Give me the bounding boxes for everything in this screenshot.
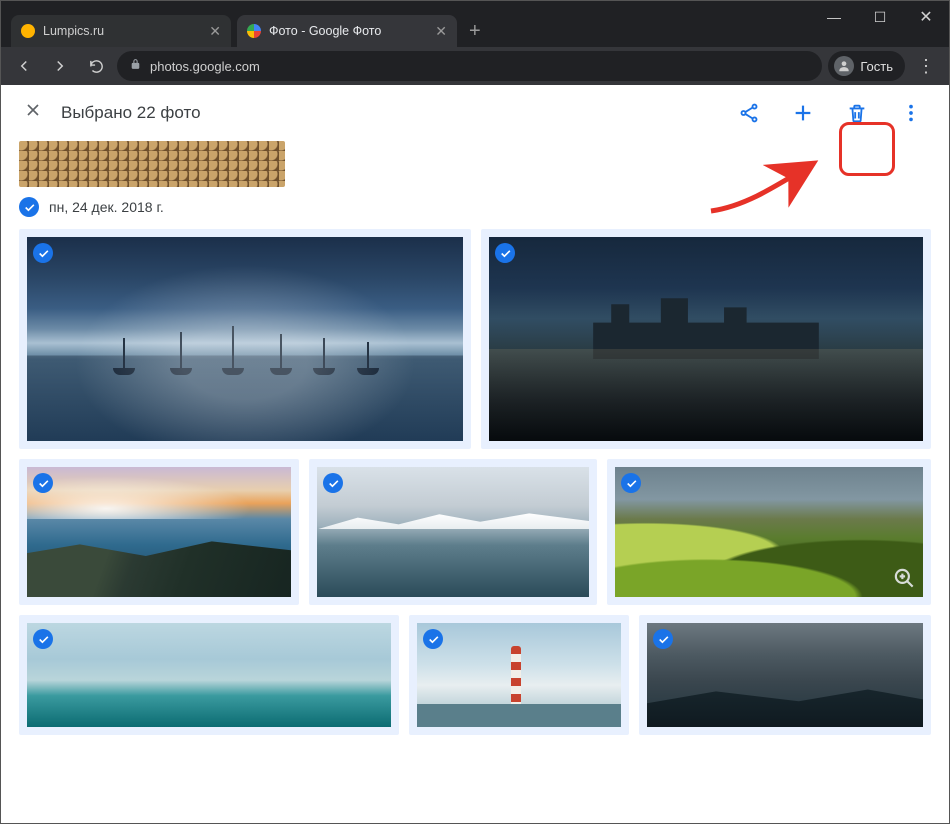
close-tab-icon[interactable]: ✕ xyxy=(209,23,221,40)
window-minimize-button[interactable]: — xyxy=(811,1,857,33)
address-field[interactable]: photos.google.com xyxy=(117,51,822,81)
window-close-button[interactable]: ✕ xyxy=(903,1,949,33)
date-select-checkmark-icon[interactable] xyxy=(19,197,39,217)
nav-back-button[interactable] xyxy=(9,51,39,81)
date-label: пн, 24 дек. 2018 г. xyxy=(49,199,164,215)
window-titlebar xyxy=(1,1,949,11)
browser-tab-google-photos[interactable]: Фото - Google Фото ✕ xyxy=(237,15,457,47)
more-options-button[interactable] xyxy=(891,93,931,133)
favicon-google-photos xyxy=(247,24,261,38)
nav-reload-button[interactable] xyxy=(81,51,111,81)
photo-thumbnail[interactable] xyxy=(607,459,931,605)
photo-thumbnail[interactable] xyxy=(409,615,629,735)
photo-thumbnail[interactable] xyxy=(309,459,597,605)
zoom-icon[interactable] xyxy=(891,565,917,591)
browser-tabstrip: Lumpics.ru ✕ Фото - Google Фото ✕ + — ☐ … xyxy=(1,11,949,47)
photo-thumbnail[interactable] xyxy=(19,459,299,605)
address-url: photos.google.com xyxy=(150,59,260,74)
delete-button[interactable] xyxy=(837,93,877,133)
photo-select-checkmark-icon[interactable] xyxy=(33,473,53,493)
tab-title: Фото - Google Фото xyxy=(269,24,381,38)
app-selection-toolbar: Выбрано 22 фото xyxy=(1,85,949,141)
window-maximize-button[interactable]: ☐ xyxy=(857,1,903,33)
browser-address-bar: photos.google.com Гость ⋮ xyxy=(1,47,949,85)
nav-forward-button[interactable] xyxy=(45,51,75,81)
add-to-button[interactable] xyxy=(783,93,823,133)
avatar-icon xyxy=(834,56,854,76)
lock-icon xyxy=(129,58,142,74)
photo-select-checkmark-icon[interactable] xyxy=(653,629,673,649)
photo-select-checkmark-icon[interactable] xyxy=(423,629,443,649)
browser-menu-button[interactable]: ⋮ xyxy=(911,56,941,77)
photo-thumbnail[interactable] xyxy=(19,615,399,735)
close-tab-icon[interactable]: ✕ xyxy=(435,23,447,40)
photo-select-checkmark-icon[interactable] xyxy=(495,243,515,263)
photo-select-checkmark-icon[interactable] xyxy=(621,473,641,493)
photo-thumbnail[interactable] xyxy=(19,229,471,449)
profile-guest-chip[interactable]: Гость xyxy=(828,51,905,81)
tab-title: Lumpics.ru xyxy=(43,24,104,38)
photo-grid-content: пн, 24 дек. 2018 г. xyxy=(1,141,949,823)
photo-select-checkmark-icon[interactable] xyxy=(323,473,343,493)
new-tab-button[interactable]: + xyxy=(463,20,491,47)
date-group-header[interactable]: пн, 24 дек. 2018 г. xyxy=(19,197,931,217)
share-button[interactable] xyxy=(729,93,769,133)
selection-title: Выбрано 22 фото xyxy=(61,103,201,123)
browser-tab-lumpics[interactable]: Lumpics.ru ✕ xyxy=(11,15,231,47)
photo-thumbnail-partial[interactable] xyxy=(19,141,285,187)
profile-label: Гость xyxy=(860,59,893,74)
photo-select-checkmark-icon[interactable] xyxy=(33,243,53,263)
deselect-close-button[interactable] xyxy=(19,100,47,126)
photo-thumbnail[interactable] xyxy=(481,229,931,449)
photo-thumbnail[interactable] xyxy=(639,615,931,735)
favicon-lumpics xyxy=(21,24,35,38)
photo-select-checkmark-icon[interactable] xyxy=(33,629,53,649)
